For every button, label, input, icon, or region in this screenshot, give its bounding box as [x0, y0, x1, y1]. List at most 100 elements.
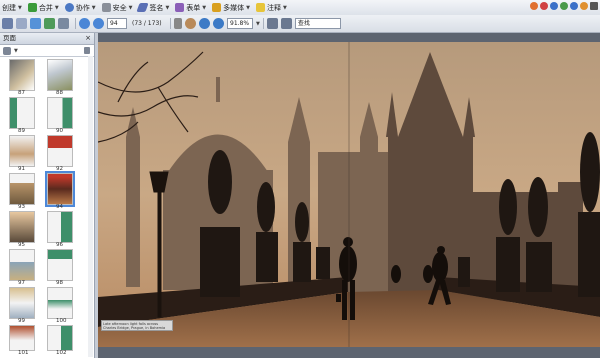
- fit-page-icon[interactable]: [266, 18, 278, 29]
- document-icon[interactable]: [58, 18, 69, 29]
- lock-icon: [101, 3, 111, 12]
- find-input[interactable]: 查找: [294, 18, 341, 29]
- forms-menu-label: 表单: [186, 3, 201, 12]
- security-menu[interactable]: 安全 ▼: [101, 3, 132, 13]
- security-menu-label: 安全: [112, 3, 127, 12]
- page-number-input[interactable]: 94: [107, 18, 127, 29]
- document-view[interactable]: Late afternoon light falls across Charle…: [98, 33, 600, 358]
- thumbnail-page[interactable]: [9, 135, 35, 167]
- multimedia-menu[interactable]: 多媒体 ▼: [212, 3, 250, 13]
- sync-icon[interactable]: [44, 18, 55, 29]
- chevron-down-icon: ▼: [246, 4, 251, 11]
- refresh-icon[interactable]: [560, 2, 568, 10]
- thumbnail-label: 91: [18, 166, 25, 172]
- thumbnail-page[interactable]: [47, 325, 73, 351]
- thumbnail-page[interactable]: [9, 211, 35, 243]
- thumbnail-label: 90: [56, 128, 63, 134]
- help-icon[interactable]: [530, 2, 538, 10]
- page-photo: [98, 42, 600, 347]
- close-icon[interactable]: [590, 2, 598, 10]
- print-icon[interactable]: [2, 18, 13, 29]
- page-up-icon[interactable]: [79, 18, 90, 29]
- chevron-down-icon: ▼: [165, 4, 170, 11]
- navigation-toolbar: 94 (73 / 173) 91.8% ▼ 查找: [0, 15, 600, 33]
- zoom-out-icon[interactable]: [199, 18, 210, 29]
- thumbnail-page[interactable]: [47, 135, 73, 167]
- comment-menu[interactable]: 注释 ▼: [256, 3, 287, 13]
- info-icon[interactable]: [570, 2, 578, 10]
- forms-menu[interactable]: 表单 ▼: [175, 3, 206, 13]
- chevron-down-icon: ▼: [54, 4, 59, 11]
- chevron-down-icon: ▼: [283, 4, 287, 11]
- page-down-icon[interactable]: [93, 18, 104, 29]
- thumbnail-page[interactable]: [47, 249, 73, 281]
- globe-icon[interactable]: [550, 2, 558, 10]
- thumbnail-label: 102: [56, 350, 67, 356]
- thumbnail-label: 88: [56, 90, 63, 96]
- create-menu[interactable]: 创建 ▼: [2, 3, 22, 13]
- thumbnail-label: 89: [18, 128, 25, 134]
- chevron-down-icon[interactable]: ▼: [256, 21, 260, 27]
- panel-header: 页面 ×: [0, 33, 94, 45]
- toolbar-divider: [75, 18, 76, 29]
- select-cursor-icon[interactable]: [174, 18, 182, 29]
- panel-toolbar: ▼: [0, 45, 94, 57]
- thumbnail-label: 96: [56, 242, 63, 248]
- thumbnail-label: 101: [18, 350, 29, 356]
- thumbnail-page[interactable]: [47, 97, 73, 129]
- combine-menu-label: 合并: [38, 3, 53, 12]
- thumbnail-page[interactable]: [9, 325, 35, 351]
- page-count-label: (73 / 173): [132, 20, 162, 27]
- combine-icon: [27, 3, 37, 12]
- thumbnail-page[interactable]: [9, 249, 35, 281]
- form-icon: [175, 3, 185, 12]
- thumbnail-label: 99: [18, 318, 25, 324]
- zoom-in-icon[interactable]: [213, 18, 224, 29]
- pages-panel: 页面 × ▼ 87 88 89 90 91 92 93 94 95 96 97 …: [0, 33, 95, 358]
- stop-icon[interactable]: [540, 2, 548, 10]
- sign-menu[interactable]: 签名 ▼: [136, 3, 170, 13]
- window-icons: [530, 2, 598, 10]
- chevron-down-icon[interactable]: ▼: [14, 48, 18, 54]
- toolbar-divider: [262, 18, 264, 29]
- thumbnail-label: 100: [56, 318, 67, 324]
- toolbar-divider: [170, 18, 171, 29]
- star-icon[interactable]: [580, 2, 588, 10]
- thumbnail-page[interactable]: [47, 211, 73, 243]
- save-icon[interactable]: [16, 18, 27, 29]
- thumbnail-label: 98: [56, 280, 63, 286]
- pen-icon: [136, 3, 150, 12]
- collaborate-menu[interactable]: 协作 ▼: [64, 3, 96, 13]
- hand-icon[interactable]: [185, 18, 196, 29]
- thumbnail-label: 92: [56, 166, 63, 172]
- comment-icon: [256, 3, 266, 12]
- thumbnail-page[interactable]: [47, 287, 73, 319]
- close-icon[interactable]: ×: [85, 33, 91, 44]
- sign-menu-label: 签名: [149, 3, 164, 12]
- combine-menu[interactable]: 合并 ▼: [27, 3, 59, 13]
- comment-menu-label: 注释: [267, 3, 282, 12]
- thumbnail-page[interactable]: [9, 97, 35, 129]
- thumbnail-page-selected[interactable]: [45, 171, 75, 207]
- thumbnail-list: 87 88 89 90 91 92 93 94 95 96 97 98 99 1…: [3, 57, 87, 357]
- chevron-down-icon: ▼: [202, 4, 207, 11]
- thumbnail-page[interactable]: [9, 287, 35, 319]
- panel-title: 页面: [3, 34, 16, 42]
- film-icon: [212, 3, 222, 12]
- options-icon[interactable]: [3, 46, 11, 55]
- thumbnail-label: 87: [18, 90, 25, 96]
- thumbnail-label: 93: [18, 204, 25, 210]
- chevron-down-icon: ▼: [91, 4, 96, 11]
- thumbnail-page[interactable]: [9, 173, 35, 205]
- panel-scrollbar[interactable]: [88, 56, 93, 357]
- email-icon[interactable]: [30, 18, 41, 29]
- fit-width-icon[interactable]: [280, 18, 292, 29]
- thumbnail-label: 94: [56, 204, 63, 210]
- thumbnail-label: 95: [18, 242, 25, 248]
- zoom-input[interactable]: 91.8%: [227, 18, 253, 29]
- trash-icon[interactable]: [84, 47, 90, 54]
- menu-toolbar: 创建 ▼ 合并 ▼ 协作 ▼ 安全 ▼ 签名 ▼ 表单 ▼ 多媒体 ▼ 注释 ▼: [0, 0, 600, 16]
- thumbnail-page[interactable]: [47, 59, 73, 91]
- thumbnail-page[interactable]: [9, 59, 35, 91]
- thumbnail-label: 97: [18, 280, 25, 286]
